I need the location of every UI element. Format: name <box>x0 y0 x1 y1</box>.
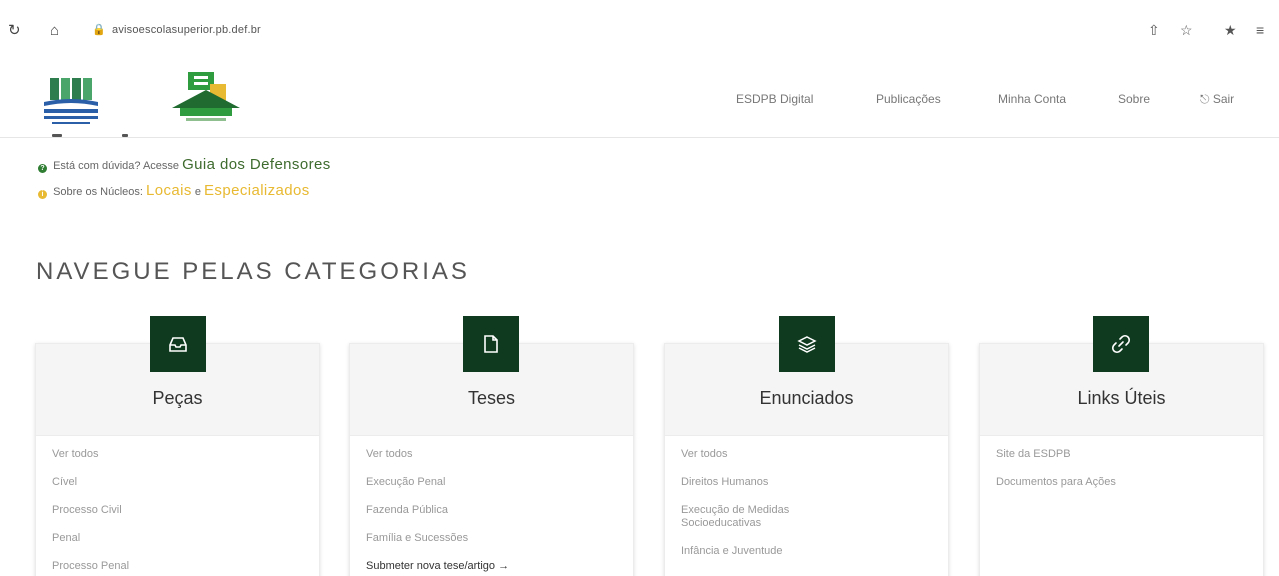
card-title: Enunciados <box>759 388 854 408</box>
share-icon[interactable]: ⇧ <box>1148 22 1160 39</box>
nav-minha-conta[interactable]: Minha Conta <box>998 92 1066 106</box>
category-card-enunciados[interactable]: Enunciados Ver todos Direitos Humanos Ex… <box>664 343 949 576</box>
nucleos-line: i Sobre os Núcleos: Locais e Especializa… <box>38 182 310 199</box>
locais-link[interactable]: Locais <box>146 182 192 199</box>
card-list: Ver todos Direitos Humanos Execução de M… <box>681 448 789 573</box>
card-title: Teses <box>467 388 516 408</box>
list-item[interactable]: Site da ESDPB <box>996 448 1116 461</box>
lock-icon[interactable]: 🔒 <box>92 23 106 36</box>
link-icon <box>1093 316 1149 372</box>
home-icon[interactable]: ⌂ <box>50 22 59 40</box>
nucleos-prefix: Sobre os Núcleos: <box>53 186 143 198</box>
list-item[interactable]: Ver todos <box>52 448 129 461</box>
section-title: NAVEGUE PELAS CATEGORIAS <box>36 258 470 285</box>
card-title: Links Úteis <box>1077 388 1166 408</box>
extensions-icon[interactable]: ★ <box>1224 22 1237 39</box>
menu-icon[interactable]: ≡ <box>1256 22 1264 38</box>
help-icon: ? <box>38 164 47 173</box>
stack-icon <box>779 316 835 372</box>
list-item[interactable]: Fazenda Pública <box>366 504 509 517</box>
category-card-links-uteis[interactable]: Links Úteis Site da ESDPB Documentos par… <box>979 343 1264 576</box>
browser-toolbar: ↻ ⌂ 🔒 avisoescolasuperior.pb.def.br ⇧ ☆ … <box>0 0 1279 62</box>
nav-esdpb-digital[interactable]: ESDPB Digital <box>736 92 813 106</box>
heading-fragment <box>52 134 152 140</box>
category-card-pecas[interactable]: Peças Ver todos Cível Processo Civil Pen… <box>35 343 320 576</box>
list-item[interactable]: Cível <box>52 476 129 489</box>
category-card-teses[interactable]: Teses Ver todos Execução Penal Fazenda P… <box>349 343 634 576</box>
card-list: Ver todos Cível Processo Civil Penal Pro… <box>52 448 129 576</box>
list-item[interactable]: Processo Penal <box>52 560 129 573</box>
guia-defensores-link[interactable]: Guia dos Defensores <box>182 156 331 173</box>
card-list: Ver todos Execução Penal Fazenda Pública… <box>366 448 509 576</box>
nav-sair[interactable]: ⎋ Sair <box>1200 92 1234 107</box>
nav-publicacoes[interactable]: Publicações <box>876 92 941 106</box>
list-item[interactable]: Família e Sucessões <box>366 532 509 545</box>
help-prefix: Está com dúvida? Acesse <box>53 160 180 172</box>
list-item[interactable]: Documentos para Ações <box>996 476 1116 489</box>
list-item[interactable]: Direitos Humanos <box>681 476 789 489</box>
logout-icon: ⎋ <box>1200 92 1213 106</box>
list-item[interactable]: Infância e Juventude <box>681 545 789 558</box>
submit-thesis-link[interactable]: Submeter nova tese/artigo → <box>366 560 509 573</box>
document-icon <box>463 316 519 372</box>
list-item[interactable]: Penal <box>52 532 129 545</box>
site-header: ESDPB Digital Publicações Minha Conta So… <box>0 62 1279 138</box>
list-item[interactable]: Ver todos <box>366 448 509 461</box>
list-item[interactable]: Processo Civil <box>52 504 129 517</box>
inbox-icon <box>150 316 206 372</box>
reload-icon[interactable]: ↻ <box>8 22 21 40</box>
nav-sobre[interactable]: Sobre <box>1118 92 1150 106</box>
address-bar[interactable]: avisoescolasuperior.pb.def.br <box>112 24 261 36</box>
help-line: ? Está com dúvida? Acesse Guia dos Defen… <box>38 156 331 173</box>
list-item[interactable]: Ver todos <box>681 448 789 461</box>
nucleos-sep: e <box>194 186 201 198</box>
nav-sair-label: Sair <box>1212 92 1235 106</box>
dpe-logo[interactable] <box>166 66 246 128</box>
list-item[interactable]: Execução Penal <box>366 476 509 489</box>
esdpb-logo[interactable] <box>40 76 102 126</box>
list-item[interactable]: Socioeducativas <box>681 517 789 530</box>
list-item[interactable]: Execução de Medidas <box>681 504 789 517</box>
card-title: Peças <box>152 388 203 408</box>
star-icon[interactable]: ☆ <box>1180 22 1193 39</box>
info-icon: i <box>38 190 47 199</box>
card-list: Site da ESDPB Documentos para Ações <box>996 448 1116 504</box>
especializados-link[interactable]: Especializados <box>204 182 310 199</box>
